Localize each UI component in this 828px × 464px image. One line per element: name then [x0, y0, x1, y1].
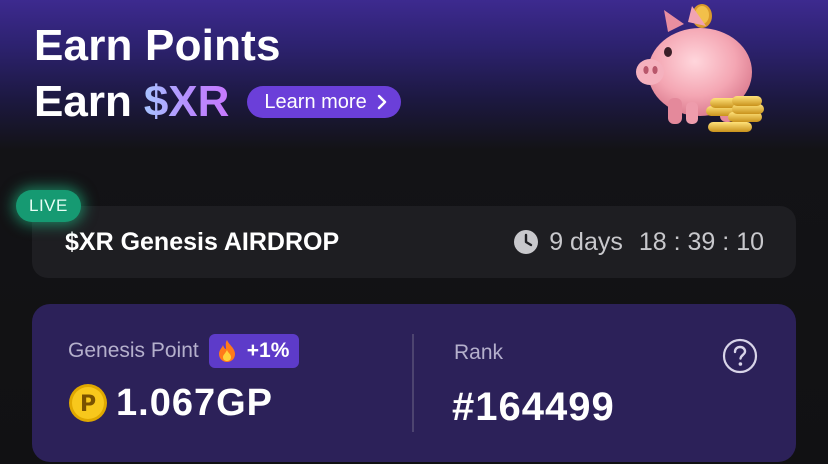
countdown-minutes: 39 [687, 227, 716, 256]
genesis-point-label: Genesis Point [68, 339, 199, 362]
clock-icon [514, 230, 539, 254]
rank-label: Rank [454, 341, 504, 364]
hero-title-line2: Earn $XR Learn more [34, 74, 401, 130]
genesis-point-value-row: P 1.067 GP [68, 380, 273, 426]
points-coin-icon: P [69, 384, 107, 422]
hero-title-line1: Earn Points [34, 21, 281, 70]
countdown-separator: : [666, 227, 688, 256]
airdrop-countdown: 9 days 18 : 39 : 10 [513, 226, 764, 258]
genesis-point-header: Genesis Point +1% [68, 334, 300, 368]
divider [412, 334, 414, 432]
hero-token-text: $XR [143, 77, 230, 126]
airdrop-card[interactable]: $XR Genesis AIRDROP 9 days 18 : 39 : 10 [32, 206, 796, 278]
countdown-hours: 18 [638, 227, 667, 256]
piggy-bank-icon [636, 4, 764, 132]
question-circle-icon[interactable] [722, 338, 758, 374]
airdrop-title: $XR Genesis AIRDROP [65, 228, 340, 256]
genesis-point-value: 1.067 [116, 381, 217, 424]
countdown-days: 9 days [549, 227, 623, 256]
hero-earn-text: Earn [34, 77, 132, 126]
genesis-point-unit: GP [216, 381, 273, 424]
boost-badge: +1% [208, 334, 300, 368]
countdown-seconds: 10 [736, 227, 764, 256]
learn-more-label: Learn more [264, 90, 367, 113]
boost-value: +1% [246, 339, 290, 362]
live-badge: LIVE [16, 190, 81, 222]
fire-icon [218, 340, 235, 362]
points-card: Genesis Point +1% P 1.067 GP Rank #16449… [32, 304, 796, 462]
chevron-right-icon [377, 94, 386, 110]
rank-value: #164499 [452, 385, 615, 429]
coin-letter: P [80, 392, 96, 417]
learn-more-button[interactable]: Learn more [247, 86, 401, 118]
countdown-separator: : [715, 227, 737, 256]
